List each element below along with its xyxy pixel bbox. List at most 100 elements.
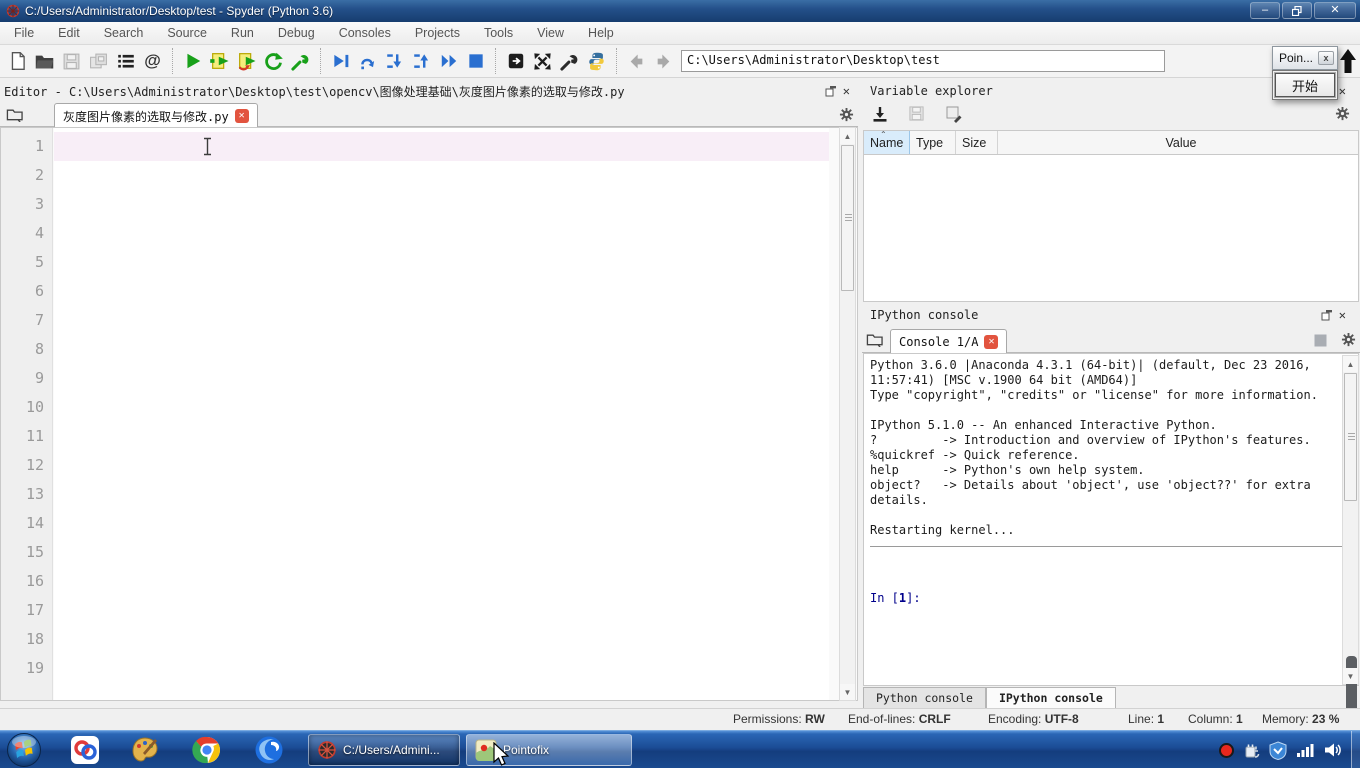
menu-item[interactable]: Source: [155, 23, 219, 43]
editor-scrollbar-thumb[interactable]: [841, 145, 854, 291]
run-cell-advance-button[interactable]: [233, 48, 260, 75]
start-button[interactable]: [6, 732, 42, 768]
console-output[interactable]: Python 3.6.0 |Anaconda 4.3.1 (64-bit)| (…: [863, 353, 1359, 686]
console-line: ? -> Introduction and overview of IPytho…: [870, 433, 1311, 447]
open-file-button[interactable]: [31, 48, 58, 75]
console-options-button[interactable]: [1338, 330, 1358, 348]
editor-tab-close-icon[interactable]: ✕: [234, 109, 249, 123]
column-header-type[interactable]: Type: [910, 131, 956, 154]
console-scrollbar-thumb[interactable]: [1344, 373, 1357, 501]
editor-scrollbar[interactable]: ▲ ▼: [839, 127, 856, 701]
browse-tabs-button[interactable]: [864, 330, 884, 348]
import-data-button[interactable]: [866, 100, 893, 127]
console-tab-close-icon[interactable]: ✕: [984, 335, 999, 349]
run-configure-button[interactable]: [287, 48, 314, 75]
menu-item[interactable]: File: [2, 23, 46, 43]
menu-item[interactable]: Help: [576, 23, 626, 43]
variable-table-body[interactable]: [863, 155, 1359, 302]
tab-python-console[interactable]: Python console: [863, 687, 986, 708]
close-pane-icon[interactable]: ✕: [843, 84, 850, 98]
menu-item[interactable]: Projects: [403, 23, 472, 43]
volume-tray-icon[interactable]: [1324, 742, 1342, 758]
undock-icon[interactable]: [1321, 309, 1333, 321]
scroll-up-icon[interactable]: ▲: [840, 128, 855, 144]
rerun-button[interactable]: [260, 48, 287, 75]
toolbar-separator: [495, 48, 496, 74]
file-switcher-button[interactable]: [112, 48, 139, 75]
power-plug-tray-icon[interactable]: [1244, 742, 1260, 759]
pinned-app-browser[interactable]: [248, 734, 290, 766]
menu-item[interactable]: Debug: [266, 23, 327, 43]
pinned-app-chrome[interactable]: [186, 734, 228, 766]
scroll-down-icon[interactable]: ▼: [1343, 668, 1358, 684]
browse-tabs-button[interactable]: [4, 105, 24, 123]
rerun-icon: [265, 52, 283, 70]
line-number: 13: [25, 485, 44, 503]
save-data-button[interactable]: [903, 100, 930, 127]
debug-button[interactable]: [327, 48, 354, 75]
line-number: 4: [34, 224, 44, 242]
tools-button[interactable]: [556, 48, 583, 75]
forward-button[interactable]: [650, 48, 677, 75]
menu-item[interactable]: Tools: [472, 23, 525, 43]
scroll-down-icon[interactable]: ▼: [840, 684, 855, 700]
close-pane-icon[interactable]: ✕: [1339, 84, 1346, 98]
security-shield-tray-icon[interactable]: [1269, 740, 1287, 760]
python-path-button[interactable]: [583, 48, 610, 75]
configure-wrench-icon: [291, 54, 309, 71]
menu-item[interactable]: Edit: [46, 23, 92, 43]
pinned-app-paint[interactable]: [124, 734, 166, 766]
editor-body[interactable]: 1 2 3 4 5 6 7 8 9 10 11 12 13 14 15 16 17 18 19: [0, 127, 858, 701]
tab-ipython-console[interactable]: IPython console: [985, 687, 1116, 708]
back-button[interactable]: [623, 48, 650, 75]
menu-item[interactable]: View: [525, 23, 576, 43]
close-button[interactable]: ✕: [1314, 2, 1356, 19]
menu-item[interactable]: Search: [92, 23, 156, 43]
save-all-button[interactable]: [85, 48, 112, 75]
undock-icon[interactable]: [825, 85, 837, 97]
run-button[interactable]: [179, 48, 206, 75]
taskbar-button-pointofix[interactable]: Pointofix: [466, 734, 632, 766]
run-cell-button[interactable]: [206, 48, 233, 75]
editor-tab[interactable]: 灰度图片像素的选取与修改.py ✕: [54, 103, 258, 128]
code-area[interactable]: [54, 128, 829, 700]
step-into-button[interactable]: [381, 48, 408, 75]
stop-debug-button[interactable]: [462, 48, 489, 75]
minimize-button[interactable]: –: [1250, 2, 1280, 19]
fullscreen-button[interactable]: [529, 48, 556, 75]
editor-options-button[interactable]: [836, 105, 856, 123]
column-header-value[interactable]: Value: [998, 131, 1358, 154]
column-header-size[interactable]: Size: [956, 131, 998, 154]
scroll-up-icon[interactable]: ▲: [1343, 356, 1358, 372]
console-line: details.: [870, 493, 928, 507]
menu-item[interactable]: Run: [219, 23, 266, 43]
recording-tray-icon[interactable]: [1218, 742, 1235, 759]
new-file-button[interactable]: [4, 48, 31, 75]
network-signal-tray-icon[interactable]: [1296, 742, 1315, 758]
step-button[interactable]: [354, 48, 381, 75]
interrupt-kernel-button[interactable]: [1310, 331, 1330, 349]
console-tab[interactable]: Console 1/A ✕: [890, 329, 1008, 354]
close-pane-icon[interactable]: ✕: [1339, 308, 1346, 322]
menu-item[interactable]: Consoles: [327, 23, 403, 43]
maximize-pane-button[interactable]: [502, 48, 529, 75]
taskbar-button-spyder[interactable]: C:/Users/Admini...: [308, 734, 460, 766]
pointofix-start-button[interactable]: 开始: [1274, 72, 1336, 98]
pointofix-titlebar[interactable]: Poin... x: [1272, 46, 1338, 70]
pointofix-close-icon[interactable]: x: [1318, 51, 1334, 65]
step-return-button[interactable]: [408, 48, 435, 75]
working-directory-input[interactable]: C:\Users\Administrator\Desktop\test: [681, 50, 1165, 72]
symbol-finder-button[interactable]: @: [139, 48, 166, 75]
continue-button[interactable]: [435, 48, 462, 75]
line-number: 12: [25, 456, 44, 474]
console-scrollbar[interactable]: ▲ ▼: [1342, 355, 1359, 728]
show-desktop-button[interactable]: [1351, 731, 1360, 768]
save-data-as-button[interactable]: [940, 100, 967, 127]
editor-pane-title: Editor - C:\Users\Administrator\Desktop\…: [4, 84, 625, 99]
save-button[interactable]: [58, 48, 85, 75]
column-header-name[interactable]: ⌃ Name: [864, 130, 910, 154]
restore-button[interactable]: [1282, 2, 1312, 19]
pinned-app-download-manager[interactable]: [64, 734, 106, 766]
pointofix-collapse-arrow-icon[interactable]: [1338, 48, 1358, 74]
variable-explorer-options-button[interactable]: [1329, 100, 1356, 127]
